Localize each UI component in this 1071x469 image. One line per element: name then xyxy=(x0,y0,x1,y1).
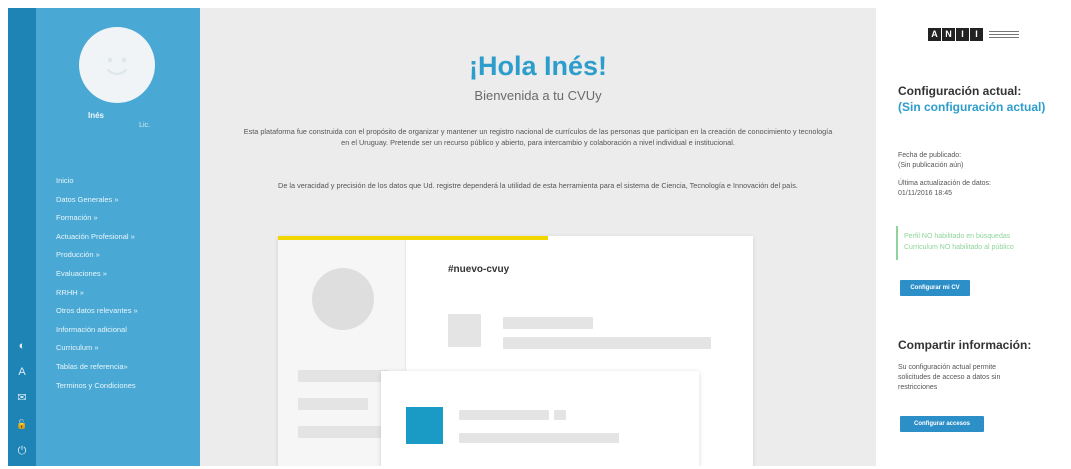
greeting-title: ¡Hola Inés! xyxy=(468,51,608,81)
mail-icon[interactable]: ✉ xyxy=(8,391,36,405)
placeholder-avatar xyxy=(312,268,374,330)
sidebar-item-curriculum[interactable]: Curriculum » xyxy=(56,339,138,358)
sidebar-item-produccion[interactable]: Producción » xyxy=(56,246,138,265)
alert-public-status: Curriculum NO habilitado al público xyxy=(904,244,1014,251)
share-title: Compartir información: xyxy=(898,338,1032,352)
intro-paragraph-2: De la veracidad y precisión de los datos… xyxy=(278,181,798,190)
config-title: Configuración actual: xyxy=(898,84,1022,98)
sidebar: Inés Lic. Inicio Datos Generales » Forma… xyxy=(36,8,200,466)
sidebar-item-datos-generales[interactable]: Datos Generales » xyxy=(56,191,138,210)
sidebar-item-tablas-referencia[interactable]: Tablas de referencia» xyxy=(56,358,138,377)
placeholder-line xyxy=(503,317,593,329)
published-value: (Sin publicación aún) xyxy=(898,162,964,169)
icon-rail: ◐ A ✉ 🔓 ⏻ xyxy=(8,8,36,466)
power-icon[interactable]: ⏻ xyxy=(8,444,36,458)
config-value: (Sin configuración actual) xyxy=(898,100,1046,114)
placeholder-line xyxy=(298,426,388,438)
welcome-subtitle: Bienvenida a tu CVUy xyxy=(474,88,602,103)
placeholder-line xyxy=(503,337,711,349)
sidebar-item-evaluaciones[interactable]: Evaluaciones » xyxy=(56,265,138,284)
smiley-icon xyxy=(106,57,128,76)
sidebar-item-actuacion-profesional[interactable]: Actuación Profesional » xyxy=(56,228,138,247)
share-description: Su configuración actual permite solicitu… xyxy=(898,364,1001,391)
anii-logo: A N I I xyxy=(928,28,1019,41)
placeholder-square xyxy=(448,314,481,347)
sidebar-item-formacion[interactable]: Formación » xyxy=(56,209,138,228)
page: ◐ A ✉ 🔓 ⏻ Inés Lic. Inicio Datos General… xyxy=(8,8,1067,466)
placeholder-line xyxy=(298,370,388,382)
sidebar-item-informacion-adicional[interactable]: Información adicional xyxy=(56,321,138,340)
placeholder-line xyxy=(298,398,368,410)
published-label: Fecha de publicado: xyxy=(898,152,962,159)
anii-logo-text-lines xyxy=(989,29,1019,39)
right-panel: A N I I Configuración actual: (Sin confi… xyxy=(876,8,1067,466)
font-size-icon[interactable]: A xyxy=(8,365,36,379)
new-cvuy-illustration: #nuevo-cvuy xyxy=(278,236,753,466)
intro-paragraph: Esta plataforma fue construida con el pr… xyxy=(243,127,833,147)
main-content: ¡Hola Inés! Bienvenida a tu CVUy Esta pl… xyxy=(200,8,876,466)
updated-value: 01/11/2016 18:45 xyxy=(898,190,952,197)
placeholder-line xyxy=(459,433,619,443)
profile-status-alert: Perfil NO habilitado en búsquedas Curric… xyxy=(896,226,1067,260)
user-name: Inés xyxy=(87,111,104,120)
user-subtitle: Lic. xyxy=(139,122,150,129)
avatar[interactable] xyxy=(79,27,155,103)
contrast-icon[interactable]: ◐ xyxy=(8,339,36,353)
placeholder-dot xyxy=(554,410,566,420)
illustration-card xyxy=(381,371,699,466)
sidebar-item-otros-datos[interactable]: Otros datos relevantes » xyxy=(56,302,138,321)
configure-cv-button[interactable]: Configurar mi CV xyxy=(900,280,970,296)
alert-search-status: Perfil NO habilitado en búsquedas xyxy=(904,233,1011,240)
sidebar-item-terminos[interactable]: Terminos y Condiciones xyxy=(56,377,138,396)
sidebar-item-inicio[interactable]: Inicio xyxy=(56,172,138,191)
lock-icon[interactable]: 🔓 xyxy=(8,417,36,431)
updated-label: Última actualización de datos: xyxy=(898,180,991,187)
illustration-title: #nuevo-cvuy xyxy=(448,264,510,275)
sidebar-item-rrhh[interactable]: RRHH » xyxy=(56,284,138,303)
placeholder-line xyxy=(459,410,549,420)
blue-square xyxy=(406,407,443,444)
sidebar-nav: Inicio Datos Generales » Formación » Act… xyxy=(56,172,138,395)
configure-access-button[interactable]: Configurar accesos xyxy=(900,416,984,432)
